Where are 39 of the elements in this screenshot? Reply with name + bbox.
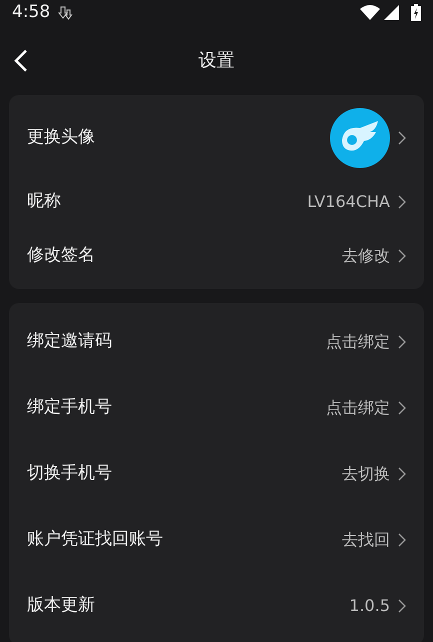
chevron-icon (398, 401, 406, 415)
row-label: 绑定手机号 (27, 396, 112, 420)
row-label: 版本更新 (27, 594, 95, 618)
wifi-icon (360, 5, 380, 20)
row-value: 去修改 (342, 245, 390, 267)
row-value: 1.0.5 (349, 595, 390, 617)
row-value: 点击绑定 (326, 397, 390, 419)
download-icon (58, 4, 74, 20)
settings-row[interactable]: 绑定手机号 点击绑定 (9, 375, 424, 441)
chevron-icon (398, 533, 406, 547)
page-title: 设置 (198, 48, 234, 72)
status-time: 4:58 (12, 0, 50, 24)
row-label: 昵称 (27, 190, 61, 214)
row-value: 点击绑定 (326, 331, 390, 353)
row-label: 账户凭证找回账号 (27, 528, 163, 552)
chevron-icon (398, 195, 406, 209)
avatar-icon (330, 108, 390, 168)
chevron-icon (398, 467, 406, 481)
row-value: 去找回 (342, 529, 390, 551)
settings-row[interactable]: 切换手机号 去切换 (9, 441, 424, 507)
battery-icon (411, 4, 421, 21)
chevron-icon (398, 249, 406, 263)
settings-row[interactable]: 版本更新 1.0.5 (9, 573, 424, 639)
row-value: 去切换 (342, 463, 390, 485)
settings-row[interactable]: 更换头像 (9, 101, 424, 175)
settings-row[interactable]: 账户凭证找回账号 去找回 (9, 507, 424, 573)
chevron-icon (398, 131, 406, 145)
row-label: 更换头像 (27, 126, 95, 150)
row-value: LV164CHA (307, 191, 390, 213)
signal-icon (384, 5, 399, 20)
settings-row[interactable]: 绑定邀请码 点击绑定 (9, 309, 424, 375)
settings-row[interactable]: 昵称 LV164CHA (9, 175, 424, 229)
row-label: 修改签名 (27, 244, 95, 268)
row-label: 绑定邀请码 (27, 330, 112, 354)
settings-row[interactable]: 修改签名 去修改 (9, 229, 424, 283)
chevron-icon (398, 599, 406, 613)
row-label: 切换手机号 (27, 462, 112, 486)
back-button[interactable] (14, 48, 28, 72)
chevron-icon (398, 335, 406, 349)
